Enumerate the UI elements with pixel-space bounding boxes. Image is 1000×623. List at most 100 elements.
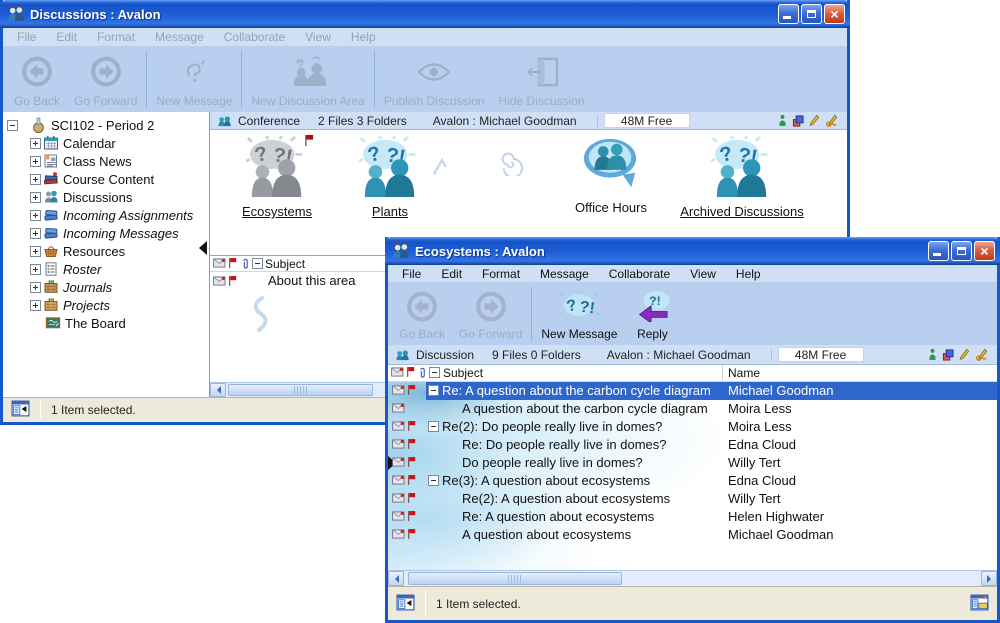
- reply-button[interactable]: ?! Reply: [624, 283, 680, 345]
- expand-icon[interactable]: [30, 174, 41, 185]
- discussions-titlebar[interactable]: Discussions : Avalon ×: [0, 0, 850, 28]
- collapse-thread-icon[interactable]: [428, 421, 439, 432]
- menu-collaborate[interactable]: Collaborate: [599, 267, 680, 281]
- desktop-icon-plants[interactable]: ??!Plants: [334, 136, 446, 221]
- menu-edit[interactable]: Edit: [46, 30, 87, 44]
- menu-collaborate[interactable]: Collaborate: [214, 30, 295, 44]
- svg-text:?!: ?!: [579, 299, 596, 318]
- menu-file[interactable]: File: [7, 30, 46, 44]
- scroll-left-button[interactable]: [210, 383, 226, 397]
- minimize-button[interactable]: [928, 241, 949, 261]
- desktop-icon-ecosystems[interactable]: ??!Ecosystems: [220, 136, 334, 221]
- menu-view[interactable]: View: [295, 30, 341, 44]
- tree-item-incoming-assignments[interactable]: Incoming Assignments: [3, 206, 209, 224]
- expand-icon[interactable]: [30, 156, 41, 167]
- hide-discussion-button[interactable]: Hide Discussion: [492, 47, 592, 112]
- minimize-button[interactable]: [778, 4, 799, 24]
- message-row[interactable]: Re(2): Do people really live in domes? M…: [388, 418, 997, 436]
- menu-message[interactable]: Message: [530, 267, 599, 281]
- tree-item-root[interactable]: SCI102 - Period 2: [3, 116, 209, 134]
- expand-icon[interactable]: [30, 210, 41, 221]
- menu-file[interactable]: File: [392, 267, 431, 281]
- tree-item-course-content[interactable]: Course Content: [3, 170, 209, 188]
- split-view-icon[interactable]: [970, 594, 989, 614]
- horizontal-scrollbar[interactable]: [388, 570, 997, 586]
- desktop-icon-archived-discussions[interactable]: ??!Archived Discussions: [654, 136, 830, 221]
- new-message-button[interactable]: ??! New Message: [534, 283, 624, 345]
- publish-discussion-button[interactable]: Publish Discussion: [377, 47, 492, 112]
- maximize-button[interactable]: [801, 4, 822, 24]
- expand-icon[interactable]: [30, 138, 41, 149]
- scrollbar-track[interactable]: [404, 571, 981, 586]
- envelope-icon: [392, 493, 405, 503]
- tree-item-the-board[interactable]: The Board: [3, 314, 209, 332]
- panel-toggle-icon[interactable]: [11, 400, 30, 420]
- unread-flag-icon: [304, 134, 314, 152]
- go-back-button[interactable]: Go Back: [392, 283, 452, 345]
- menu-format[interactable]: Format: [87, 30, 145, 44]
- collapse-all-icon[interactable]: [252, 258, 263, 269]
- message-subject: A question about ecosystems: [462, 527, 631, 542]
- expand-icon[interactable]: [30, 264, 41, 275]
- maximize-button[interactable]: [951, 241, 972, 261]
- menu-view[interactable]: View: [680, 267, 726, 281]
- message-sender: Michael Goodman: [728, 527, 834, 542]
- envelope-icon: [392, 475, 405, 485]
- collapse-thread-icon[interactable]: [428, 475, 439, 486]
- inbox-icon: [43, 207, 59, 223]
- message-row[interactable]: A question about ecosystems Michael Good…: [388, 526, 997, 544]
- message-row[interactable]: Re(2): A question about ecosystems Willy…: [388, 490, 997, 508]
- tree-item-calendar[interactable]: Calendar: [3, 134, 209, 152]
- go-back-button[interactable]: Go Back: [7, 47, 67, 112]
- message-row[interactable]: A question about the carbon cycle diagra…: [388, 400, 997, 418]
- menu-edit[interactable]: Edit: [431, 267, 472, 281]
- message-row[interactable]: Re: A question about the carbon cycle di…: [388, 382, 997, 400]
- new-discussion-area-button[interactable]: ? New Discussion Area: [244, 47, 371, 112]
- list-column-header[interactable]: Subject Name: [388, 365, 997, 382]
- ecosystems-titlebar[interactable]: Ecosystems : Avalon ×: [385, 237, 1000, 265]
- panel-toggle-icon[interactable]: [396, 594, 415, 614]
- message-row[interactable]: Re: A question about ecosystems Helen Hi…: [388, 508, 997, 526]
- tree-item-class-news[interactable]: Class News: [3, 152, 209, 170]
- new-message-button[interactable]: New Message: [149, 47, 239, 112]
- message-row[interactable]: Re(3): A question about ecosystems Edna …: [388, 472, 997, 490]
- tree-item-discussions[interactable]: Discussions: [3, 188, 209, 206]
- expand-icon[interactable]: [30, 246, 41, 257]
- menu-help[interactable]: Help: [726, 267, 771, 281]
- collapse-all-icon[interactable]: [429, 367, 440, 378]
- tree-item-roster[interactable]: Roster: [3, 260, 209, 278]
- tree-item-projects[interactable]: Projects: [3, 296, 209, 314]
- tree-splitter-collapse-arrow[interactable]: [199, 241, 207, 255]
- go-forward-button[interactable]: Go Forward: [67, 47, 144, 112]
- tree-item-resources[interactable]: Resources: [3, 242, 209, 260]
- tree-item-incoming-messages[interactable]: Incoming Messages: [3, 224, 209, 242]
- board-icon: [45, 315, 61, 331]
- menu-format[interactable]: Format: [472, 267, 530, 281]
- close-button[interactable]: ×: [974, 241, 995, 261]
- free-space: 48M Free: [604, 113, 690, 128]
- window-title: Ecosystems : Avalon: [415, 244, 545, 259]
- expand-icon[interactable]: [30, 282, 41, 293]
- message-sender: Willy Tert: [728, 455, 780, 470]
- collapse-icon[interactable]: [7, 120, 18, 131]
- collapse-thread-icon[interactable]: [428, 385, 439, 396]
- scroll-left-button[interactable]: [388, 571, 404, 586]
- expand-icon[interactable]: [30, 300, 41, 311]
- message-sender: Moira Less: [728, 419, 792, 434]
- scrollbar-thumb[interactable]: [228, 384, 373, 396]
- calendar-icon: [43, 135, 59, 151]
- close-button[interactable]: ×: [824, 4, 845, 24]
- scroll-right-button[interactable]: [981, 571, 997, 586]
- forward-arrow-icon: [89, 51, 123, 92]
- tree-label: Class News: [63, 154, 132, 169]
- go-forward-button[interactable]: Go Forward: [452, 283, 529, 345]
- expand-icon[interactable]: [30, 228, 41, 239]
- menu-message[interactable]: Message: [145, 30, 214, 44]
- tree-item-journals[interactable]: Journals: [3, 278, 209, 296]
- menu-help[interactable]: Help: [341, 30, 386, 44]
- expand-icon[interactable]: [30, 192, 41, 203]
- scrollbar-thumb[interactable]: [408, 572, 622, 585]
- message-row[interactable]: Re: Do people really live in domes? Edna…: [388, 436, 997, 454]
- message-row[interactable]: Do people really live in domes? Willy Te…: [388, 454, 997, 472]
- message-sender: Edna Cloud: [728, 473, 796, 488]
